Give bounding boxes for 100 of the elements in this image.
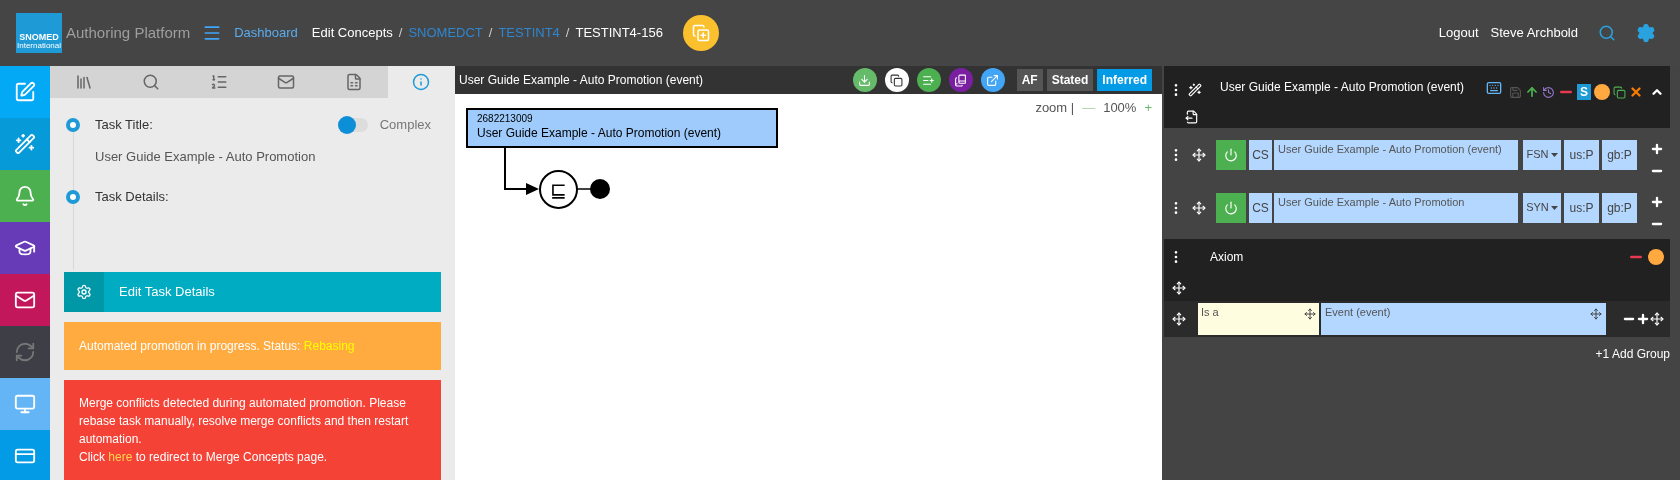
diagram-title: User Guide Example - Auto Promotion (event) [459,72,704,89]
dashboard-link[interactable]: Dashboard [234,23,298,43]
download-icon [858,73,872,87]
envelope-icon [14,289,36,311]
add-concept-button[interactable] [682,15,719,51]
complex-label: Complex [379,115,431,134]
external-link-icon [986,73,1000,87]
move-icon[interactable] [1650,312,1664,326]
settings-icon [76,284,92,300]
open-external-button[interactable] [980,68,1005,92]
side-nav-button[interactable] [0,222,50,274]
axiom-title: Axiom [1210,249,1244,266]
side-nav-button[interactable] [0,274,50,326]
term-field[interactable]: User Guide Example - Auto Promotion [1274,192,1518,223]
search-icon [142,72,161,91]
active-toggle-button[interactable] [1216,192,1246,223]
move-icon[interactable] [1172,281,1186,295]
edit-icon [14,81,36,103]
spreadsheet-icon [344,72,363,91]
zoom-label: zoom | [1035,99,1075,117]
library-icon [74,72,93,91]
move-icon[interactable] [1192,147,1206,162]
arrow-up-icon[interactable] [1525,85,1539,99]
view-toggle-button[interactable]: AF [1016,69,1043,91]
move-icon[interactable] [1590,308,1602,320]
library-button[interactable] [948,68,973,92]
active-toggle-button[interactable] [1216,139,1246,170]
logo-subtext: International [17,42,61,50]
breadcrumb-separator: / [488,24,493,43]
concept-name: User Guide Example - Auto Promotion (event) [477,125,723,141]
error-message: Merge conflicts detected during automated promotion. Please rebase task manually, resolve merge conflicts and then restart automation. [79,395,410,448]
breadcrumb-separator: / [398,24,403,43]
view-toggle-button[interactable]: Stated [1046,69,1094,91]
term-field[interactable]: User Guide Example - Auto Promotion (event) [1274,139,1518,170]
keyboard-icon[interactable] [1486,80,1503,96]
envelope-icon [277,72,296,91]
us-acceptability-cell[interactable]: us:P [1564,192,1599,223]
task-details-label: Task Details: [95,188,169,207]
complex-toggle[interactable] [337,117,368,132]
settings-icon[interactable] [1636,23,1656,43]
task-title-value: User Guide Example - Auto Promotion [95,147,317,166]
gb-acceptability-cell[interactable]: gb:P [1602,139,1637,170]
download-button[interactable] [852,68,877,92]
bell-icon [14,185,36,207]
move-icon[interactable] [1192,200,1206,215]
us-acceptability-cell[interactable]: us:P [1564,139,1599,170]
case-significance-cell[interactable]: CS [1249,192,1272,223]
redirect-message: Click here to redirect to Merge Concepts page. [79,449,329,466]
monitor-icon [14,393,36,415]
copy-icon[interactable] [1613,85,1626,99]
breadcrumb-separator: / [565,24,570,43]
gb-acceptability-cell[interactable]: gb:P [1602,192,1637,223]
concept-id: 2682213009 [477,113,534,126]
task-title-label: Task Title: [95,115,153,134]
move-icon[interactable] [1304,308,1316,320]
library-icon [954,73,968,87]
attribute-type-text: Is a [1201,305,1219,320]
zoom-value: 100% [1103,99,1137,117]
case-significance-cell[interactable]: CS [1249,139,1272,170]
side-nav-button[interactable] [0,118,50,170]
caret-icon [1550,205,1558,210]
copy-button[interactable] [884,68,909,92]
attribute-value-field[interactable]: Event (event) [1321,303,1606,335]
close-icon[interactable] [1629,85,1643,99]
breadcrumb-item: Edit Concepts [311,24,393,43]
concept-title: User Guide Example - Auto Promotion (event) [1220,79,1465,96]
wand-icon [14,133,36,155]
subsumption-node: ⊑ [539,170,578,209]
search-icon[interactable] [1598,24,1616,42]
caret-icon [1550,152,1558,157]
attribute-type-field[interactable]: Is a [1198,303,1319,335]
side-nav-button[interactable] [0,430,50,480]
user-name-link[interactable]: Steve Archbold [1490,23,1578,43]
move-icon[interactable] [1172,312,1186,326]
app-title: Authoring Platform [66,22,191,43]
numbered-list-icon [209,72,228,91]
list-plus-icon [922,73,936,87]
info-icon [412,72,431,91]
warning-message: Automated promotion in progress. Status: Rebasing [79,338,355,355]
sync-icon [14,341,36,363]
add-icon[interactable] [1650,194,1664,209]
add-list-button[interactable] [916,68,941,92]
history-icon[interactable] [1542,85,1555,99]
copy-icon [890,73,904,87]
breadcrumb-item: TESTINT4-156 [575,24,663,43]
add-icon[interactable] [1650,141,1664,156]
add-icon[interactable] [1636,312,1650,326]
power-icon [1224,200,1238,215]
logo-text: SNOMED [19,33,59,42]
type-dropdown[interactable]: FSN [1523,139,1561,170]
type-dropdown[interactable]: SYN [1523,192,1561,223]
connector-line [577,188,592,190]
copy-plus-icon [691,24,710,42]
attribute-value-text: Event (event) [1325,305,1391,320]
logout-link[interactable]: Logout [1438,23,1479,43]
endpoint-dot [590,179,610,199]
export-icon[interactable] [1185,110,1199,124]
wand-icon[interactable] [1188,83,1202,97]
add-group-button[interactable]: +1 Add Group [1595,345,1670,363]
power-icon [1224,147,1238,162]
